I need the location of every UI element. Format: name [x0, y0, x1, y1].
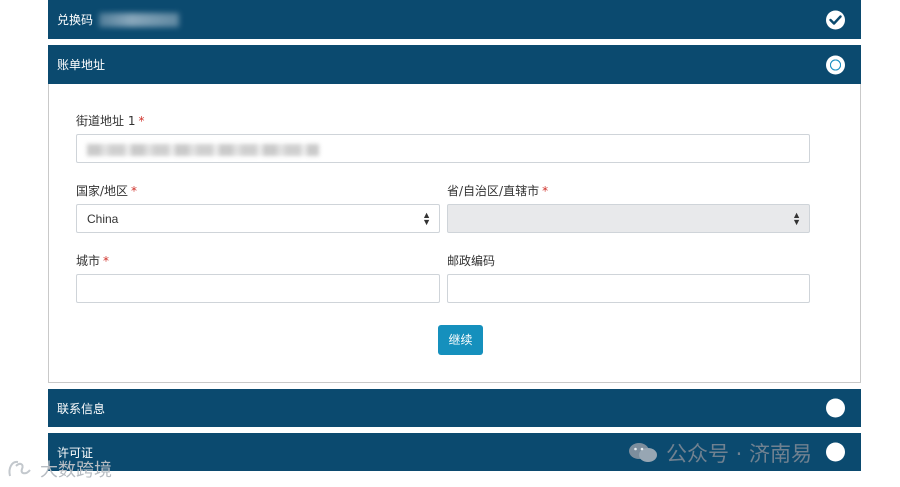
select-arrows-icon: ▲ ▼	[792, 210, 801, 227]
active-step-icon	[826, 55, 845, 74]
redacted-code	[99, 12, 180, 27]
province-label: 省/自治区/直辖市 *	[447, 184, 549, 198]
country-value: China	[87, 212, 119, 226]
watermark-left: 大数跨境	[6, 456, 112, 482]
street-address-label: 街道地址 1 *	[76, 114, 145, 128]
select-arrows-icon: ▲ ▼	[422, 210, 431, 227]
country-label: 国家/地区 *	[76, 184, 138, 198]
street-address-input[interactable]	[76, 134, 810, 163]
redeem-code-header[interactable]: 兑换码	[48, 0, 861, 39]
required-mark: *	[542, 184, 549, 198]
province-select[interactable]: ▲ ▼	[447, 204, 810, 233]
check-circle-icon	[826, 10, 845, 29]
city-input[interactable]	[76, 274, 440, 303]
pending-step-icon	[826, 442, 845, 462]
contact-info-title: 联系信息	[57, 401, 106, 416]
watermark-right-text: 公众号 · 济南易	[666, 442, 813, 466]
redeem-code-title: 兑换码	[57, 13, 94, 27]
city-label: 城市 *	[76, 254, 110, 268]
redacted-address	[87, 144, 319, 156]
required-mark: *	[103, 254, 110, 268]
billing-address-title: 账单地址	[57, 58, 106, 72]
watermark-right: 公众号 · 济南易	[628, 438, 812, 468]
pending-step-icon	[826, 398, 845, 418]
required-mark: *	[138, 114, 145, 128]
continue-button[interactable]: 继续	[438, 325, 483, 355]
contact-info-header[interactable]: 联系信息	[48, 389, 861, 427]
watermark-left-text: 大数跨境	[40, 460, 112, 481]
country-select[interactable]: China ▲ ▼	[76, 204, 440, 233]
zip-code-input[interactable]	[447, 274, 810, 303]
billing-address-header[interactable]: 账单地址	[48, 45, 861, 84]
zip-code-label: 邮政编码	[447, 254, 496, 268]
logo-icon	[8, 460, 31, 477]
wechat-icon	[629, 443, 657, 462]
required-mark: *	[131, 184, 138, 198]
